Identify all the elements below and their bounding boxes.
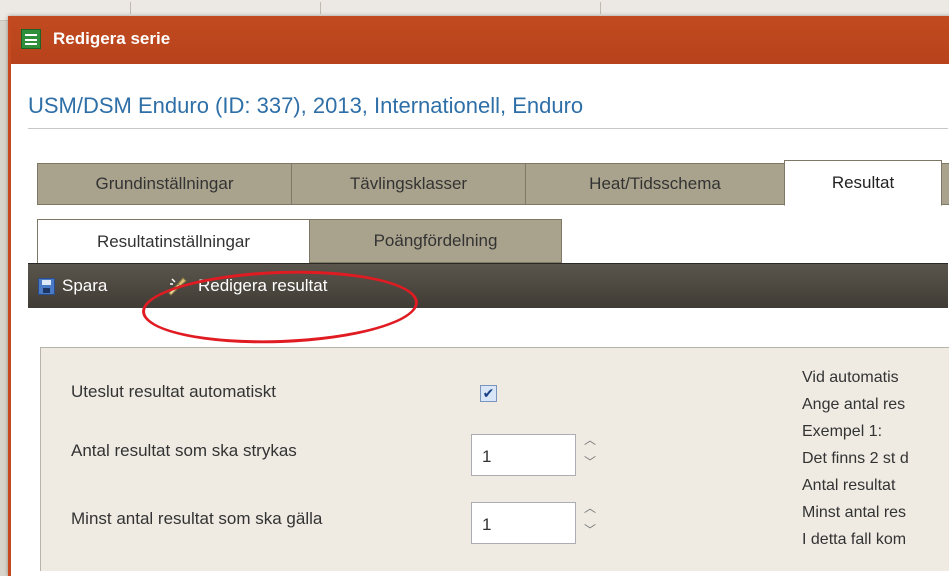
remove-count-label: Antal resultat som ska strykas <box>71 441 297 460</box>
save-button[interactable]: Spara <box>38 273 107 299</box>
window-title: Redigera serie <box>53 29 171 48</box>
chevron-down-icon[interactable]: ﹀ <box>584 453 596 470</box>
help-text-line: Exempel 1: <box>802 423 883 440</box>
tab-grundinstallningar[interactable]: Grundinställningar <box>37 163 292 205</box>
tab-resultat[interactable]: Resultat <box>784 160 942 206</box>
brush-icon <box>166 275 188 297</box>
min-count-input[interactable]: 1 <box>471 502 576 544</box>
toolbar: Spara Redigera resultat <box>28 263 948 308</box>
min-count-value: 1 <box>482 515 492 534</box>
grid-line <box>130 2 131 14</box>
titlebar[interactable]: Redigera serie <box>11 16 949 64</box>
exclude-auto-label: Uteslut resultat automatiskt <box>71 382 277 401</box>
divider <box>28 128 948 129</box>
tab-poangfordelning[interactable]: Poängfördelning <box>309 219 562 263</box>
chevron-down-icon[interactable]: ﹀ <box>584 521 596 538</box>
help-text-line: Vid automatis <box>802 369 899 386</box>
tab-overflow[interactable] <box>941 163 949 205</box>
min-count-label: Minst antal resultat som ska gälla <box>71 509 323 528</box>
save-button-label: Spara <box>62 276 108 295</box>
edit-results-label: Redigera resultat <box>198 276 328 295</box>
floppy-disk-icon <box>38 277 55 295</box>
series-title: USM/DSM Enduro (ID: 337), 2013, Internat… <box>28 93 584 118</box>
remove-count-value: 1 <box>482 447 492 466</box>
tab-heat-tidsschema[interactable]: Heat/Tidsschema <box>525 163 785 205</box>
remove-count-stepper[interactable]: ︿ ﹀ <box>580 431 602 477</box>
chevron-up-icon[interactable]: ︿ <box>584 431 596 448</box>
grid-line <box>320 2 321 14</box>
tab-tavlingsklasser[interactable]: Tävlingsklasser <box>291 163 526 205</box>
remove-count-input[interactable]: 1 <box>471 434 576 476</box>
help-text-line: Minst antal res <box>802 504 907 521</box>
grid-line <box>600 2 601 14</box>
exclude-auto-checkbox[interactable]: ✔ <box>480 385 497 402</box>
help-text-line: Ange antal res <box>802 396 906 413</box>
tab-resultatinstallningar[interactable]: Resultatinställningar <box>37 219 310 263</box>
help-text-line: Antal resultat <box>802 477 896 494</box>
help-text-line: I detta fall kom <box>802 531 907 548</box>
form-icon <box>21 29 41 49</box>
chevron-up-icon[interactable]: ︿ <box>584 499 596 516</box>
edit-results-button[interactable]: Redigera resultat <box>166 273 327 299</box>
min-count-stepper[interactable]: ︿ ﹀ <box>580 499 602 545</box>
help-text-line: Det finns 2 st d <box>802 450 909 467</box>
